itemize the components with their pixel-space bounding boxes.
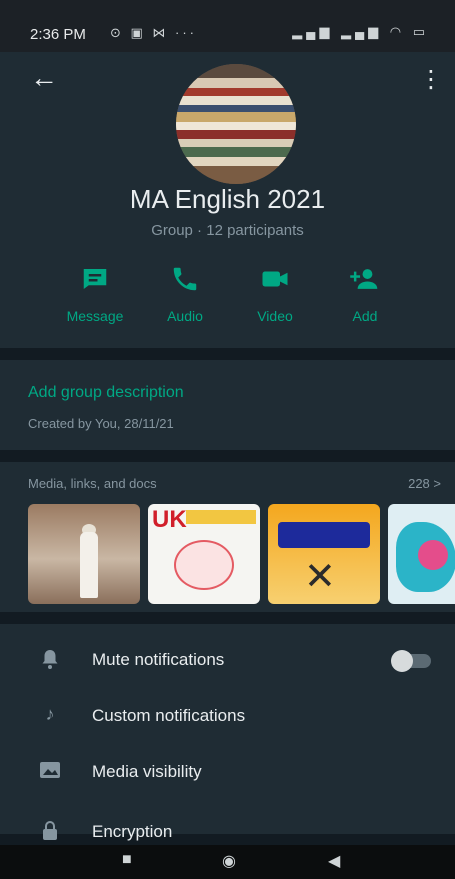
media-visibility-row[interactable]: Media visibility (0, 744, 455, 800)
group-header: ← ⋮ MA English 2021 Group · 12 participa… (0, 52, 455, 348)
message-label: Message (66, 308, 124, 324)
custom-notifications-label: Custom notifications (92, 706, 246, 725)
message-icon (50, 264, 140, 298)
music-note-icon: ♪ (45, 704, 55, 724)
thumbnail-graphic (174, 540, 234, 590)
media-visibility-label: Media visibility (92, 762, 202, 781)
media-title[interactable]: Media, links, and docs (28, 476, 157, 491)
mute-notifications-row[interactable]: Mute notifications (0, 632, 455, 688)
custom-notifications-row[interactable]: ♪ Custom notifications (0, 688, 455, 744)
thumbnail-banner (186, 510, 256, 524)
add-person-icon (320, 264, 410, 298)
media-count[interactable]: 228 > (408, 476, 441, 491)
phone-screen: 2:36 PM ⊙ ▣ ⋈ ··· ▂▄▆ ▂▄▆ ◠ ▭ ← ⋮ MA Eng… (0, 0, 455, 879)
video-button[interactable]: Video (230, 264, 320, 324)
image-icon (38, 760, 62, 784)
created-info: Created by You, 28/11/21 (28, 416, 174, 431)
mute-notifications-label: Mute notifications (92, 650, 225, 669)
phone-icon (140, 264, 230, 298)
media-thumbnail[interactable]: UK (148, 504, 260, 604)
bell-icon (38, 648, 62, 672)
back-triangle-icon[interactable]: ◀ (328, 851, 340, 871)
audio-button[interactable]: Audio (140, 264, 230, 324)
home-circle-icon[interactable]: ◉ (222, 851, 236, 871)
thumbnail-banner (278, 522, 370, 548)
media-thumbnail[interactable] (388, 504, 455, 604)
thumbnail-text: UK (152, 506, 187, 533)
more-vert-icon[interactable]: ⋮ (419, 60, 443, 100)
video-icon (230, 264, 320, 298)
media-thumbnail[interactable]: ✕ (268, 504, 380, 604)
media-thumbnail[interactable] (28, 504, 140, 604)
toggle-knob (391, 650, 413, 672)
settings-list: Mute notifications ♪ Custom notification… (0, 624, 455, 841)
encryption-label: Encryption (92, 822, 173, 841)
action-buttons: Message Audio Video Add (50, 264, 410, 334)
video-label: Video (257, 308, 293, 324)
group-participants: Group · 12 participants (151, 222, 304, 239)
signal-wifi-battery-icons: ▂▄▆ ▂▄▆ ◠ ▭ (292, 24, 429, 39)
add-participant-button[interactable]: Add (320, 264, 410, 324)
mute-toggle[interactable] (391, 650, 431, 672)
books-stack-image (176, 64, 296, 184)
thumbnail-graphic (418, 540, 448, 570)
recents-square-icon[interactable]: ■ (122, 851, 132, 869)
status-time: 2:36 PM (30, 26, 86, 43)
group-avatar[interactable] (176, 64, 296, 184)
status-bar: 2:36 PM ⊙ ▣ ⋈ ··· ▂▄▆ ▂▄▆ ◠ ▭ (0, 0, 455, 52)
back-arrow-icon[interactable]: ← (24, 58, 64, 98)
audio-label: Audio (167, 308, 203, 324)
media-thumbnails: UK ✕ (28, 504, 455, 604)
description-section: Add group description Created by You, 28… (0, 360, 455, 450)
add-label: Add (352, 308, 378, 324)
group-name[interactable]: MA English 2021 (0, 184, 455, 215)
add-description-link[interactable]: Add group description (28, 384, 184, 402)
person-figure-body (80, 532, 98, 598)
system-nav-bar: ■ ◉ ◀ (0, 845, 455, 879)
lock-icon (38, 820, 62, 844)
thumbnail-graphic: ✕ (304, 556, 336, 598)
message-button[interactable]: Message (50, 264, 140, 324)
media-section: Media, links, and docs 228 > UK ✕ (0, 462, 455, 612)
notification-icons: ⊙ ▣ ⋈ ··· (110, 25, 197, 40)
